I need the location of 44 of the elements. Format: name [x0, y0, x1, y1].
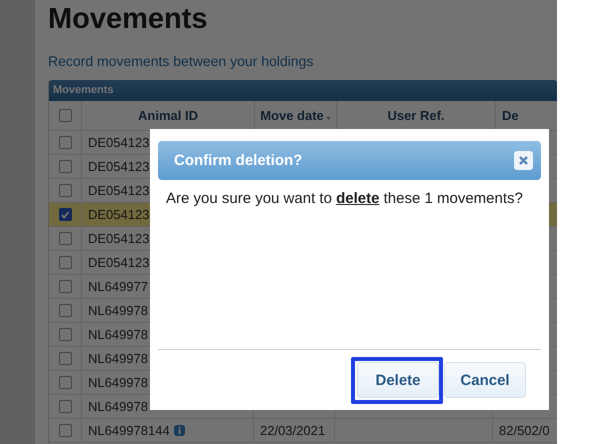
- table-cell: DE054123: [88, 159, 150, 174]
- table-cell: DE054123: [88, 231, 150, 246]
- table-cell: DE054123: [88, 207, 150, 222]
- table-cell: NL649978: [88, 303, 148, 318]
- row-checkbox[interactable]: [58, 304, 72, 317]
- panel-title: Movements: [53, 84, 114, 96]
- row-checkbox[interactable]: [58, 136, 72, 149]
- cancel-button[interactable]: Cancel: [444, 362, 526, 398]
- table-row[interactable]: NL649978144 22/03/2021 82/502/0: [49, 419, 557, 443]
- select-all-checkbox[interactable]: [58, 109, 72, 122]
- column-header[interactable]: User Ref.: [387, 108, 445, 123]
- row-checkbox[interactable]: [58, 280, 72, 293]
- row-checkbox[interactable]: [58, 184, 72, 197]
- table-cell: NL649978: [88, 399, 148, 414]
- row-checkbox[interactable]: [58, 160, 72, 173]
- row-checkbox[interactable]: [58, 328, 72, 341]
- table-cell: NL649978: [88, 327, 148, 342]
- row-checkbox[interactable]: [58, 256, 72, 269]
- table-cell: DE054123: [88, 135, 150, 150]
- table-cell: 22/03/2021: [260, 423, 326, 438]
- row-checkbox[interactable]: [58, 424, 72, 437]
- dialog-title: Confirm deletion?: [174, 152, 302, 169]
- close-icon: [519, 156, 528, 165]
- page-subtitle: Record movements between your holdings: [48, 52, 314, 70]
- row-checkbox[interactable]: [58, 352, 72, 365]
- delete-button[interactable]: Delete: [357, 362, 439, 398]
- row-checkbox[interactable]: [58, 400, 72, 413]
- table-cell: NL649978: [88, 375, 148, 390]
- dialog-message: Are you sure you want to delete these 1 movements?: [166, 190, 523, 207]
- column-header[interactable]: Move date: [260, 108, 331, 123]
- table-cell: NL649977: [88, 279, 148, 294]
- column-header[interactable]: Animal ID: [138, 108, 198, 123]
- table-cell: DE054123: [88, 255, 150, 270]
- table-cell: DE054123: [88, 183, 150, 198]
- table-cell: 82/502/0: [499, 423, 550, 438]
- info-icon[interactable]: [174, 425, 185, 436]
- row-checkbox[interactable]: [58, 208, 72, 221]
- table-cell: NL649978144: [88, 423, 170, 438]
- row-checkbox[interactable]: [58, 232, 72, 245]
- column-header[interactable]: De: [502, 108, 519, 123]
- page-title: Movements: [48, 2, 209, 36]
- row-checkbox[interactable]: [58, 376, 72, 389]
- close-button[interactable]: [514, 151, 533, 170]
- table-cell: NL649978: [88, 351, 148, 366]
